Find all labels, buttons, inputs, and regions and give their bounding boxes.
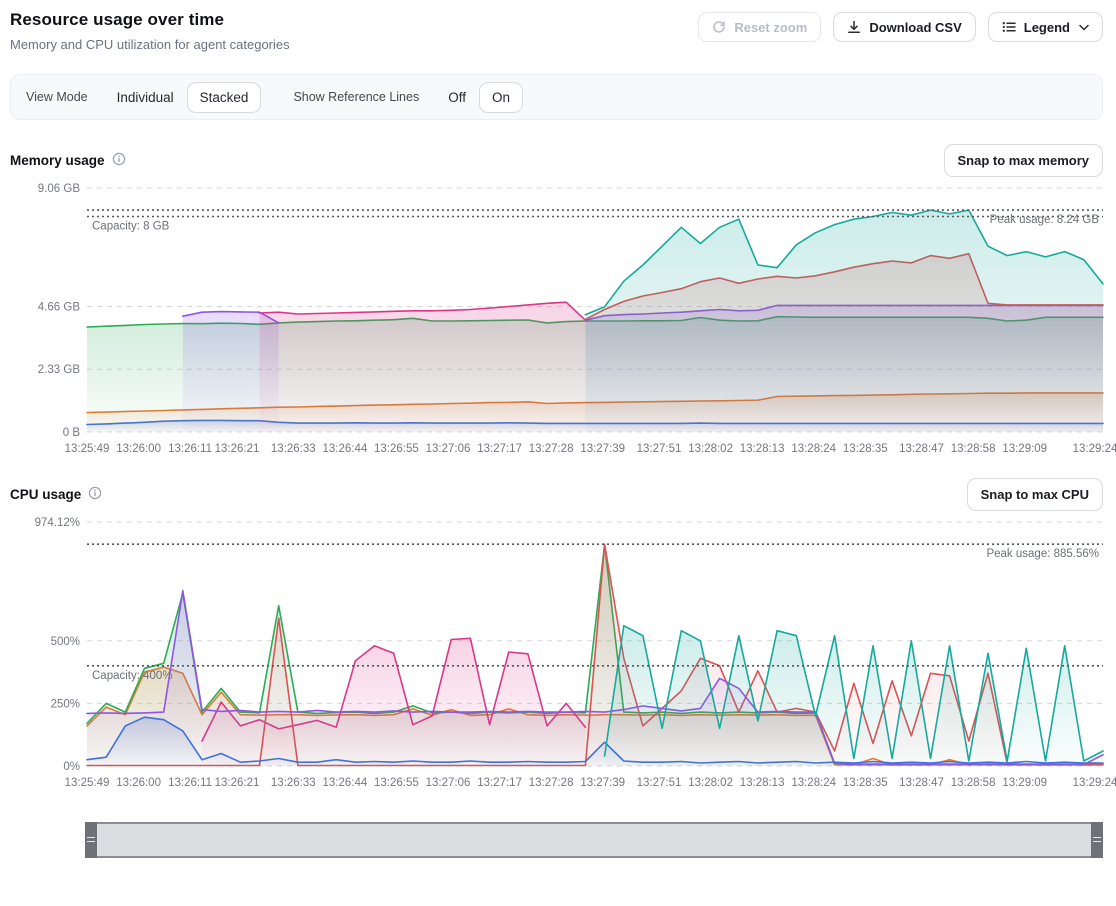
- memory-section-title: Memory usage: [10, 152, 126, 169]
- memory-section-header: Memory usage Snap to max memory: [10, 144, 1103, 176]
- svg-text:13:27:51: 13:27:51: [637, 443, 682, 455]
- svg-text:Peak usage: 8.24 GB: Peak usage: 8.24 GB: [990, 214, 1100, 226]
- svg-text:13:26:44: 13:26:44: [323, 777, 368, 789]
- cpu-section-header: CPU usage Snap to max CPU: [10, 478, 1103, 510]
- svg-text:13:28:13: 13:28:13: [740, 777, 785, 789]
- svg-text:13:28:02: 13:28:02: [688, 443, 733, 455]
- svg-text:13:28:24: 13:28:24: [791, 443, 836, 455]
- cpu-chart-svg[interactable]: 974.12% 500% 250% 0% 13:25:49 13:26:00 13:26:1…: [10, 514, 1103, 792]
- svg-text:13:28:58: 13:28:58: [951, 443, 996, 455]
- svg-text:13:28:13: 13:28:13: [740, 443, 785, 455]
- svg-text:13:28:24: 13:28:24: [791, 777, 836, 789]
- chart-controls: View Mode Individual Stacked Show Refere…: [10, 74, 1103, 120]
- svg-text:13:27:06: 13:27:06: [426, 443, 471, 455]
- svg-text:Capacity: 400%: Capacity: 400%: [92, 670, 173, 682]
- legend-label: Legend: [1024, 21, 1070, 34]
- svg-text:13:26:00: 13:26:00: [116, 777, 161, 789]
- svg-text:Capacity: 8 GB: Capacity: 8 GB: [92, 221, 170, 233]
- svg-text:13:25:49: 13:25:49: [65, 777, 110, 789]
- download-csv-label: Download CSV: [869, 21, 961, 34]
- svg-text:13:28:35: 13:28:35: [843, 777, 888, 789]
- reference-lines-off[interactable]: Off: [435, 82, 479, 113]
- svg-text:2.33 GB: 2.33 GB: [38, 364, 81, 376]
- page-title: Resource usage over time: [10, 10, 290, 30]
- brush-handle-left[interactable]: [85, 822, 97, 858]
- reference-lines-label: Show Reference Lines: [293, 90, 419, 104]
- svg-text:13:27:28: 13:27:28: [529, 777, 574, 789]
- snap-max-memory-button[interactable]: Snap to max memory: [944, 144, 1104, 177]
- svg-text:13:27:28: 13:27:28: [529, 443, 574, 455]
- download-icon: [847, 20, 861, 34]
- svg-text:0%: 0%: [63, 761, 80, 773]
- svg-text:250%: 250%: [51, 698, 80, 710]
- cpu-section-title: CPU usage: [10, 486, 102, 503]
- svg-text:13:28:58: 13:28:58: [951, 777, 996, 789]
- view-mode-label: View Mode: [26, 90, 88, 104]
- view-mode-stacked[interactable]: Stacked: [187, 82, 262, 113]
- memory-chart: 9.06 GB 4.66 GB 2.33 GB 0 B 13:25:49 13:26:00…: [10, 180, 1103, 458]
- svg-text:Peak usage: 885.56%: Peak usage: 885.56%: [986, 548, 1099, 560]
- time-range-brush[interactable]: [85, 822, 1103, 858]
- svg-text:13:26:33: 13:26:33: [271, 777, 316, 789]
- svg-text:13:28:47: 13:28:47: [899, 443, 944, 455]
- svg-text:13:26:44: 13:26:44: [323, 443, 368, 455]
- info-icon[interactable]: [112, 152, 126, 169]
- svg-text:4.66 GB: 4.66 GB: [38, 302, 81, 314]
- svg-text:13:29:09: 13:29:09: [1002, 777, 1047, 789]
- toolbar: Reset zoom Download CSV: [698, 10, 1103, 42]
- svg-text:13:26:55: 13:26:55: [374, 777, 419, 789]
- svg-text:13:27:39: 13:27:39: [580, 777, 625, 789]
- svg-text:500%: 500%: [51, 636, 80, 648]
- svg-text:13:28:35: 13:28:35: [843, 443, 888, 455]
- brush-track[interactable]: [97, 824, 1091, 856]
- svg-text:9.06 GB: 9.06 GB: [38, 183, 81, 195]
- svg-text:13:26:11: 13:26:11: [168, 443, 212, 455]
- page-subtitle: Memory and CPU utilization for agent cat…: [10, 37, 290, 52]
- reference-lines-on[interactable]: On: [479, 82, 523, 113]
- view-mode-individual[interactable]: Individual: [104, 82, 187, 113]
- svg-text:13:27:39: 13:27:39: [580, 443, 625, 455]
- reset-zoom-button[interactable]: Reset zoom: [698, 12, 821, 42]
- info-icon[interactable]: [88, 486, 102, 503]
- chevron-down-icon: [1079, 24, 1089, 31]
- svg-text:13:26:33: 13:26:33: [271, 443, 316, 455]
- svg-text:13:26:11: 13:26:11: [168, 777, 212, 789]
- reset-icon: [712, 20, 726, 34]
- svg-text:13:27:17: 13:27:17: [477, 777, 522, 789]
- memory-title-text: Memory usage: [10, 153, 105, 168]
- svg-text:13:29:09: 13:29:09: [1002, 443, 1047, 455]
- memory-chart-svg[interactable]: 9.06 GB 4.66 GB 2.33 GB 0 B 13:25:49 13:26:00…: [10, 180, 1103, 458]
- snap-max-cpu-button[interactable]: Snap to max CPU: [967, 478, 1103, 511]
- header-titles: Resource usage over time Memory and CPU …: [10, 10, 290, 52]
- brush-grip: [1093, 837, 1101, 842]
- svg-text:13:28:47: 13:28:47: [899, 777, 944, 789]
- svg-text:13:26:00: 13:26:00: [116, 443, 161, 455]
- svg-text:13:26:21: 13:26:21: [215, 777, 260, 789]
- svg-text:13:27:51: 13:27:51: [637, 777, 682, 789]
- svg-text:13:26:55: 13:26:55: [374, 443, 419, 455]
- cpu-chart: 974.12% 500% 250% 0% 13:25:49 13:26:00 13:26:1…: [10, 514, 1103, 792]
- svg-text:0 B: 0 B: [63, 427, 81, 439]
- legend-list-icon: [1002, 20, 1016, 34]
- svg-text:13:27:17: 13:27:17: [477, 443, 522, 455]
- svg-text:13:28:02: 13:28:02: [688, 777, 733, 789]
- svg-text:13:27:06: 13:27:06: [426, 777, 471, 789]
- legend-button[interactable]: Legend: [988, 12, 1103, 42]
- header: Resource usage over time Memory and CPU …: [10, 10, 1103, 52]
- download-csv-button[interactable]: Download CSV: [833, 12, 975, 42]
- svg-text:13:29:24: 13:29:24: [1073, 777, 1116, 789]
- dashboard-page: Resource usage over time Memory and CPU …: [0, 0, 1116, 858]
- svg-text:13:29:24: 13:29:24: [1073, 443, 1116, 455]
- svg-text:974.12%: 974.12%: [35, 517, 80, 529]
- cpu-title-text: CPU usage: [10, 487, 81, 502]
- brush-grip: [87, 837, 95, 842]
- reset-zoom-label: Reset zoom: [734, 21, 807, 34]
- svg-text:13:26:21: 13:26:21: [215, 443, 260, 455]
- brush-handle-right[interactable]: [1091, 822, 1103, 858]
- svg-text:13:25:49: 13:25:49: [65, 443, 110, 455]
